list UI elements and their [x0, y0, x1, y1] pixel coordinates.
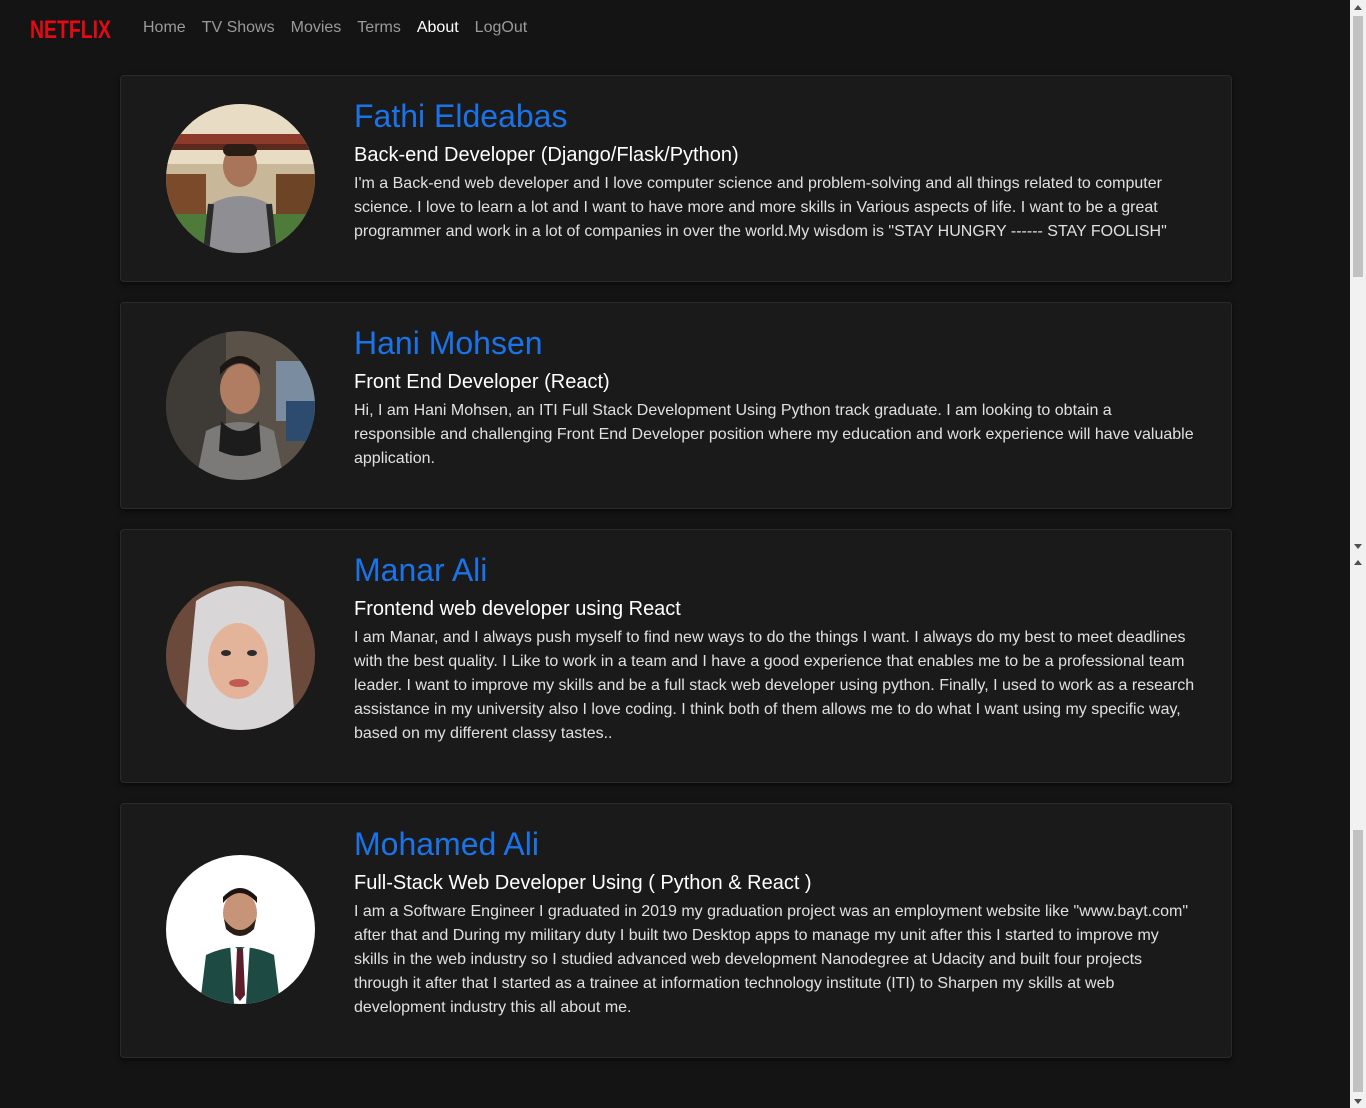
- avatar: [166, 331, 315, 480]
- netflix-logo[interactable]: NETFLIX: [30, 15, 111, 43]
- scroll-down-arrow-icon[interactable]: [1350, 1094, 1366, 1108]
- member-info: Hani Mohsen Front End Developer (React) …: [354, 323, 1197, 471]
- member-info: Manar Ali Frontend web developer using R…: [354, 550, 1197, 746]
- member-role: Full-Stack Web Developer Using ( Python …: [354, 872, 812, 894]
- avatar-photo-icon: [166, 104, 315, 253]
- member-bio: I am Manar, and I always push myself to …: [354, 629, 1195, 742]
- member-name: Hani Mohsen: [354, 325, 543, 361]
- team-card: Fathi Eldeabas Back-end Developer (Djang…: [120, 75, 1232, 282]
- avatar: [166, 104, 315, 253]
- avatar-photo-icon: [166, 855, 315, 1004]
- member-bio: I am a Software Engineer I graduated in …: [354, 903, 1189, 1016]
- scroll-thumb[interactable]: [1353, 16, 1363, 277]
- nav-home[interactable]: Home: [135, 16, 194, 40]
- navbar: NETFLIX Home TV Shows Movies Terms About…: [0, 0, 1350, 56]
- scroll-up-arrow-icon[interactable]: [1350, 555, 1366, 569]
- member-name: Manar Ali: [354, 552, 488, 588]
- scrollbar[interactable]: [1350, 0, 1366, 1108]
- team-card: Mohamed Ali Full-Stack Web Developer Usi…: [120, 803, 1232, 1058]
- avatar-photo-icon: [166, 581, 315, 730]
- nav-links: Home TV Shows Movies Terms About LogOut: [135, 16, 535, 40]
- member-info: Fathi Eldeabas Back-end Developer (Djang…: [354, 96, 1197, 244]
- scroll-down-arrow-icon[interactable]: [1350, 539, 1366, 553]
- team-card: Manar Ali Frontend web developer using R…: [120, 529, 1232, 783]
- member-name: Mohamed Ali: [354, 826, 539, 862]
- member-bio: Hi, I am Hani Mohsen, an ITI Full Stack …: [354, 402, 1194, 467]
- netflix-logo-icon: NETFLIX: [30, 16, 111, 42]
- member-name: Fathi Eldeabas: [354, 98, 568, 134]
- nav-terms[interactable]: Terms: [349, 16, 409, 40]
- avatar-photo-icon: [166, 331, 315, 480]
- nav-movies[interactable]: Movies: [283, 16, 350, 40]
- nav-about[interactable]: About: [409, 16, 467, 40]
- svg-text:NETFLIX: NETFLIX: [30, 16, 111, 42]
- member-role: Back-end Developer (Django/Flask/Python): [354, 144, 739, 166]
- about-page: NETFLIX Home TV Shows Movies Terms About…: [0, 0, 1366, 1108]
- avatar: [166, 855, 315, 1004]
- nav-tv-shows[interactable]: TV Shows: [194, 16, 283, 40]
- avatar: [166, 581, 315, 730]
- scroll-thumb[interactable]: [1353, 830, 1363, 1092]
- team-card: Hani Mohsen Front End Developer (React) …: [120, 302, 1232, 509]
- member-bio: I'm a Back-end web developer and I love …: [354, 175, 1167, 240]
- nav-logout[interactable]: LogOut: [467, 16, 535, 40]
- member-role: Front End Developer (React): [354, 371, 610, 393]
- scroll-up-arrow-icon[interactable]: [1350, 0, 1366, 14]
- member-role: Frontend web developer using React: [354, 598, 681, 620]
- member-info: Mohamed Ali Full-Stack Web Developer Usi…: [354, 824, 1197, 1020]
- team-list: Fathi Eldeabas Back-end Developer (Djang…: [120, 75, 1232, 1078]
